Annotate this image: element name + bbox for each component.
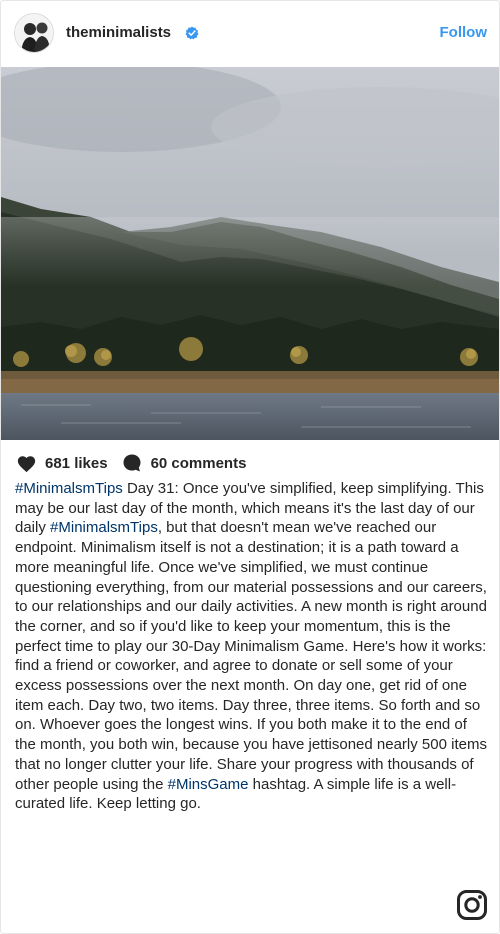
post-header: theminimalists Follow: [1, 1, 499, 67]
comments-count[interactable]: 60 comments: [151, 455, 247, 472]
post-actions: 681 likes 60 comments: [16, 452, 246, 474]
post-photo[interactable]: [1, 67, 499, 440]
heart-icon[interactable]: [16, 454, 37, 473]
landscape-photo-image: [1, 67, 499, 440]
post-caption: #MinimalsmTips Day 31: Once you've simpl…: [15, 479, 491, 814]
instagram-logo-icon[interactable]: [456, 889, 488, 921]
hashtag-link[interactable]: #MinsGame: [168, 776, 249, 793]
verified-badge-icon: [185, 26, 199, 40]
likes-count[interactable]: 681 likes: [45, 455, 108, 472]
follow-button[interactable]: Follow: [440, 24, 488, 41]
hashtag-link[interactable]: #MinimalsmTips: [15, 480, 123, 497]
username[interactable]: theminimalists: [66, 24, 171, 41]
caption-text: , but that doesn't mean we've reached ou…: [15, 519, 487, 793]
avatar[interactable]: [14, 13, 54, 53]
comment-bubble-icon[interactable]: [122, 453, 142, 473]
hashtag-link[interactable]: #MinimalsmTips: [50, 519, 158, 536]
instagram-embed-card: theminimalists Follow 681 likes 60 comme…: [0, 0, 500, 934]
avatar-photo-icon: [15, 14, 53, 52]
